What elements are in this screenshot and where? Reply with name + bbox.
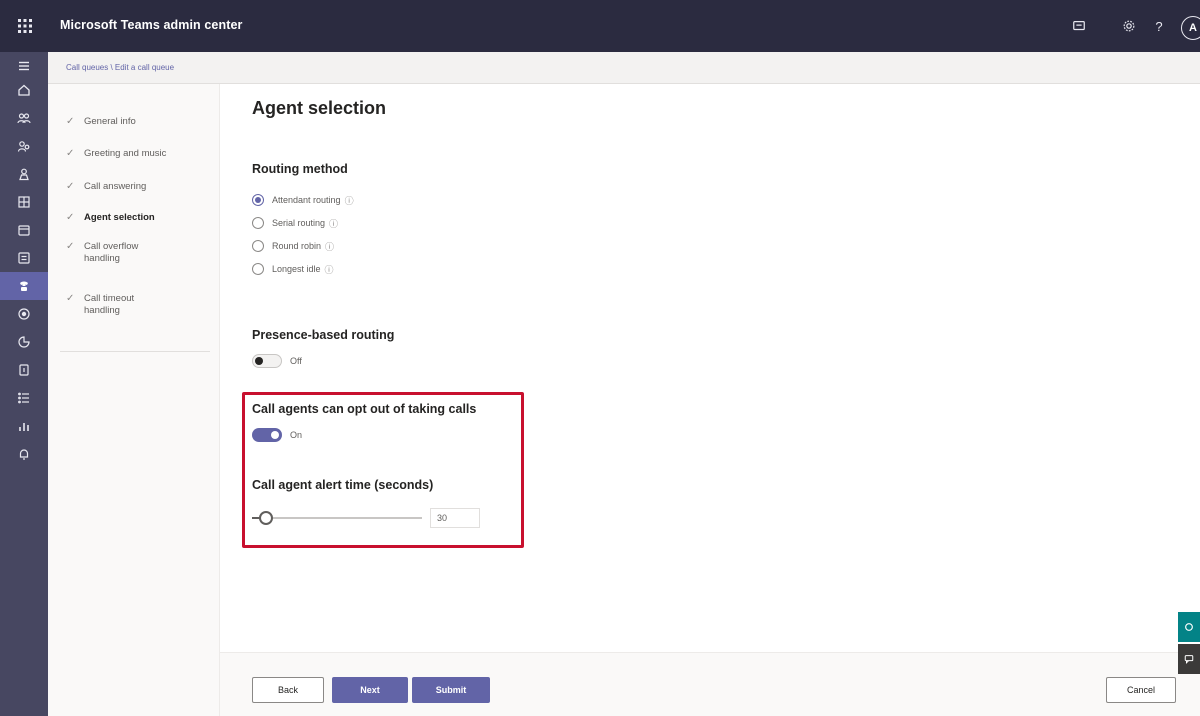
cancel-button[interactable]: Cancel <box>1106 677 1176 703</box>
radio-serial-routing[interactable]: Serial routing ⓘ <box>252 215 338 231</box>
analytics-icon[interactable] <box>0 328 48 356</box>
radio-button[interactable] <box>252 194 264 206</box>
app-title: Microsoft Teams admin center <box>60 18 243 32</box>
alert-time-heading: Call agent alert time (seconds) <box>252 478 434 492</box>
wizard-step-call-answering[interactable]: ✓ Call answering <box>60 181 210 193</box>
planning-icon[interactable] <box>0 384 48 412</box>
feedback-icon[interactable] <box>1070 17 1088 35</box>
check-icon: ✓ <box>66 148 75 159</box>
radio-label: Attendant routing <box>272 195 341 205</box>
devices-icon[interactable] <box>0 160 48 188</box>
wizard-step-call-timeout-handling[interactable]: ✓ Call timeout handling <box>60 293 170 317</box>
wizard-step-general-info[interactable]: ✓ General info <box>60 116 210 128</box>
toggle-state-label: On <box>290 430 303 440</box>
routing-method-heading: Routing method <box>252 162 348 176</box>
back-button[interactable]: Back <box>252 677 324 703</box>
radio-button[interactable] <box>252 240 264 252</box>
alert-time-slider-row <box>252 508 482 528</box>
check-icon: ✓ <box>66 116 75 127</box>
home-icon[interactable] <box>0 76 48 104</box>
check-icon: ✓ <box>66 212 75 223</box>
wizard-step-label: Call overflow handling <box>84 241 139 264</box>
info-icon[interactable]: ⓘ <box>345 194 354 207</box>
policy-packages-icon[interactable] <box>0 300 48 328</box>
radio-button[interactable] <box>252 263 264 275</box>
radio-attendant-routing[interactable]: Attendant routing ⓘ <box>252 192 354 208</box>
next-button[interactable]: Next <box>332 677 408 703</box>
user-avatar[interactable]: A <box>1181 16 1200 40</box>
help-icon[interactable]: ? <box>1150 17 1168 35</box>
info-icon[interactable]: ⓘ <box>325 240 334 253</box>
notifications-icon[interactable] <box>0 440 48 468</box>
settings-gear-icon[interactable] <box>1120 17 1138 35</box>
toggle-state-label: Off <box>290 356 302 366</box>
opt-out-heading: Call agents can opt out of taking calls <box>252 402 477 416</box>
voice-icon[interactable] <box>0 272 48 300</box>
users-icon[interactable] <box>0 132 48 160</box>
info-icon[interactable]: ⓘ <box>325 263 334 276</box>
presence-routing-toggle-row: Off <box>252 354 302 368</box>
wizard-step-agent-selection[interactable]: ✓ Agent selection <box>60 212 210 224</box>
opt-out-toggle[interactable] <box>252 428 282 442</box>
slider-thumb[interactable] <box>259 511 273 525</box>
wizard-step-label: General info <box>84 116 136 127</box>
teams-icon[interactable] <box>0 104 48 132</box>
alert-time-input[interactable] <box>430 508 480 528</box>
page-title: Agent selection <box>252 98 387 118</box>
footer-bar: Back Next Submit Cancel <box>220 652 1200 716</box>
app-launcher-icon[interactable] <box>0 0 50 52</box>
meetings-icon[interactable] <box>0 216 48 244</box>
radio-round-robin[interactable]: Round robin ⓘ <box>252 238 334 254</box>
chat-widget-icon[interactable] <box>1178 644 1200 674</box>
left-nav-rail <box>0 52 48 716</box>
wizard-step-label: Agent selection <box>84 212 155 223</box>
radio-label: Serial routing <box>272 218 326 228</box>
breadcrumb[interactable]: Call queues \ Edit a call queue <box>66 63 174 72</box>
check-icon: ✓ <box>66 293 75 304</box>
presence-routing-heading: Presence-based routing <box>252 328 395 342</box>
radio-label: Longest idle <box>272 264 321 274</box>
app-header: Microsoft Teams admin center ? A <box>0 0 1200 52</box>
help-widget-icon[interactable] <box>1178 612 1200 642</box>
breadcrumb-bar: Call queues \ Edit a call queue <box>48 52 1200 84</box>
messaging-icon[interactable] <box>0 244 48 272</box>
radio-button[interactable] <box>252 217 264 229</box>
opt-out-toggle-row: On <box>252 428 302 442</box>
check-icon: ✓ <box>66 181 75 192</box>
radio-label: Round robin <box>272 241 322 251</box>
presence-routing-toggle[interactable] <box>252 354 282 368</box>
locations-icon[interactable] <box>0 188 48 216</box>
info-icon[interactable]: ⓘ <box>329 217 338 230</box>
slider-track[interactable] <box>252 517 422 519</box>
check-icon: ✓ <box>66 241 75 252</box>
reports-icon[interactable] <box>0 412 48 440</box>
wizard-step-label: Call timeout handling <box>84 293 135 316</box>
wizard-step-call-overflow-handling[interactable]: ✓ Call overflow handling <box>60 241 170 265</box>
wizard-step-greeting-and-music[interactable]: ✓ Greeting and music <box>60 148 210 160</box>
wizard-steps-panel: ✓ General info ✓ Greeting and music ✓ Ca… <box>48 84 220 716</box>
submit-button[interactable]: Submit <box>412 677 490 703</box>
wizard-step-label: Call answering <box>84 181 147 192</box>
wizard-step-label: Greeting and music <box>84 148 167 159</box>
main-content: Agent selection Routing method Attendant… <box>220 84 1200 652</box>
org-settings-icon[interactable] <box>0 356 48 384</box>
radio-longest-idle[interactable]: Longest idle ⓘ <box>252 261 334 277</box>
